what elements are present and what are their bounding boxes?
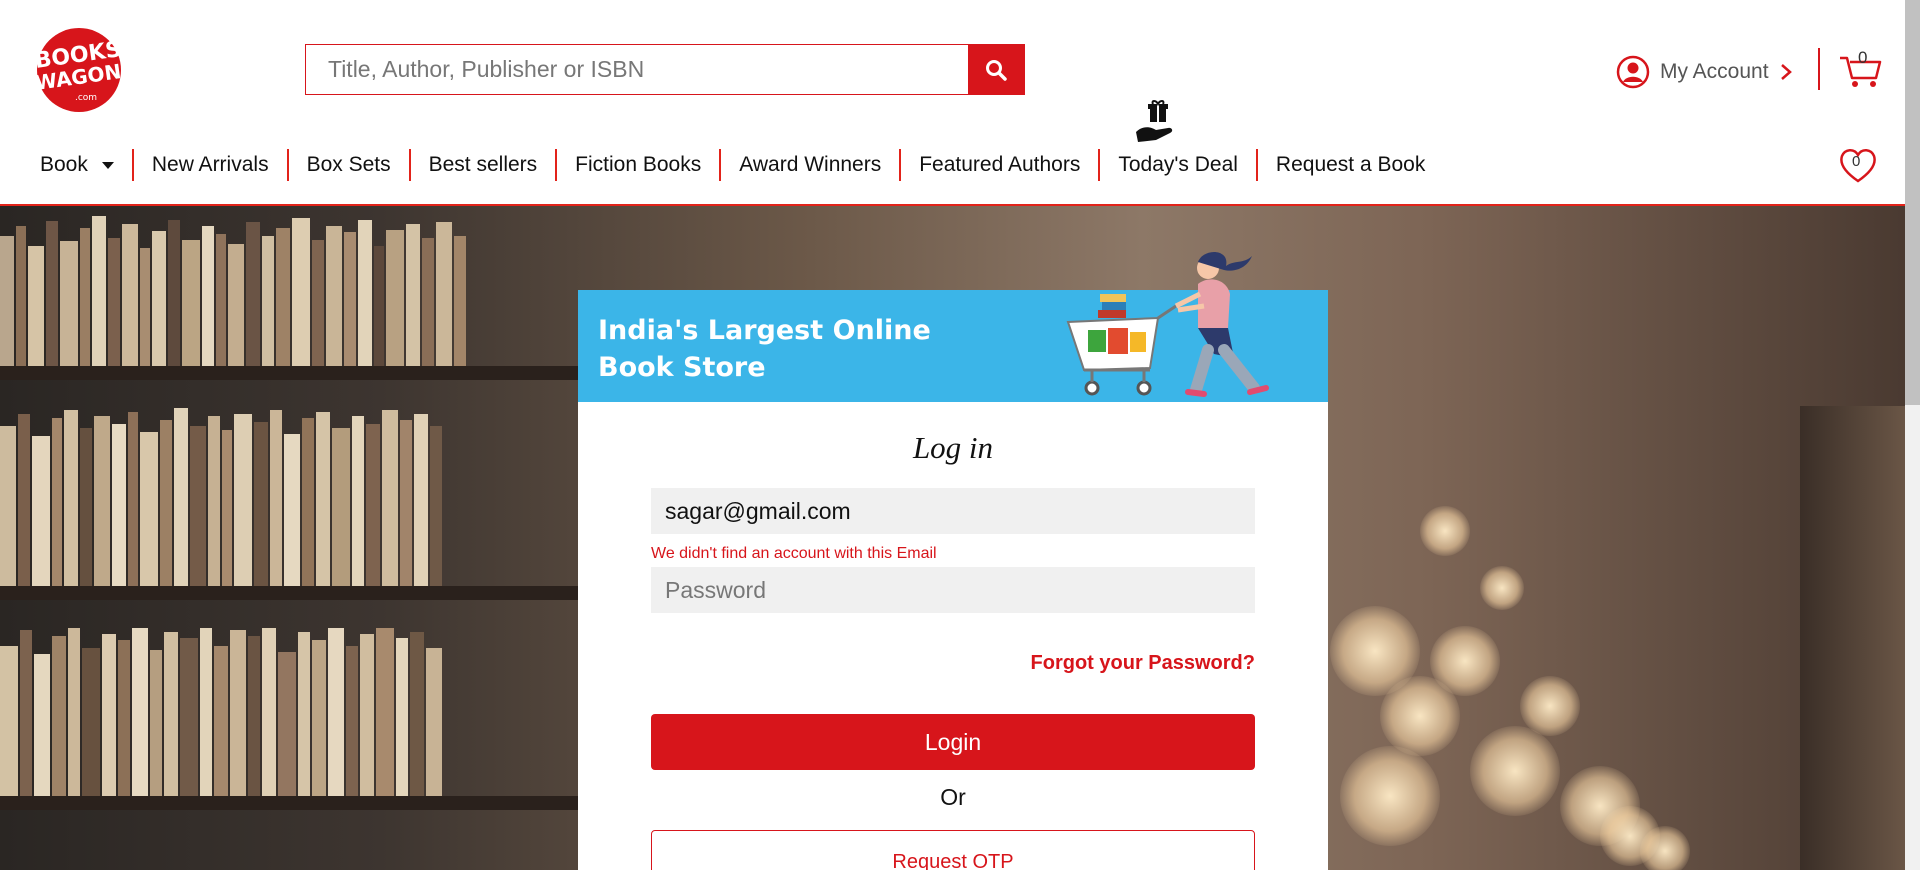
banner-line-2: Book Store [598,352,766,383]
user-circle-icon [1616,55,1650,89]
bokeh-light [1640,826,1690,870]
site-header: BOOKS WAGON .com My Account 0 [0,0,1905,206]
shelf [0,796,580,810]
bookswagon-logo[interactable]: BOOKS WAGON .com [24,26,134,114]
bokeh-light [1520,676,1580,736]
main-nav: Book New Arrivals Box Sets Best sellers … [22,148,1443,182]
email-field[interactable] [651,488,1255,534]
search-box [305,44,1025,95]
wishlist-button[interactable]: 0 [1838,146,1878,184]
search-button[interactable] [968,45,1024,94]
banner-line-1: India's Largest Online [598,315,931,346]
email-error-message: We didn't find an account with this Emai… [651,545,937,562]
login-heading: Log in [912,430,994,465]
login-card: India's Largest Online Book Store Log in… [578,251,1328,870]
or-separator: Or [940,784,966,810]
store-banner: India's Largest Online Book Store [578,251,1328,402]
book-row [0,216,580,366]
bokeh-light [1340,746,1440,846]
banner-title: India's Largest Online Book Store [598,312,978,386]
my-account-link[interactable]: My Account [1616,52,1793,92]
nav-item-box-sets[interactable]: Box Sets [286,149,409,181]
my-account-label: My Account [1660,60,1769,83]
caret-down-icon [101,161,114,169]
bokeh-light [1420,506,1470,556]
nav-item-label: Book [40,153,88,176]
password-field[interactable] [651,567,1255,613]
bokeh-light [1430,626,1500,696]
nav-item-request-a-book[interactable]: Request a Book [1255,149,1443,181]
nav-item-best-sellers[interactable]: Best sellers [408,149,556,181]
search-input[interactable] [306,45,968,94]
book-row [0,626,580,796]
bokeh-light [1480,566,1524,610]
nav-item-book[interactable]: Book [22,149,132,181]
book-row [0,406,580,586]
nav-item-fiction-books[interactable]: Fiction Books [555,149,719,181]
request-otp-button[interactable]: Request OTP [651,830,1255,870]
login-button[interactable]: Login [651,714,1255,770]
gift-hand-icon [1136,100,1173,142]
nav-item-new-arrivals[interactable]: New Arrivals [131,149,287,181]
nav-item-award-winners[interactable]: Award Winners [719,149,899,181]
shopping-cart-girl-illustration [1066,251,1269,397]
page-scrollbar-thumb[interactable] [1905,0,1920,405]
chevron-right-icon [1780,64,1792,80]
nav-item-todays-deal[interactable]: Today's Deal [1098,149,1256,181]
header-divider [1818,48,1820,90]
nav-item-featured-authors[interactable]: Featured Authors [899,149,1098,181]
shelf [0,586,580,600]
shelf [0,366,580,380]
bokeh-light [1470,726,1560,816]
wishlist-count: 0 [1852,153,1861,170]
svg-text:.com: .com [75,93,97,103]
right-shelf [1800,406,1905,870]
search-icon [986,59,1007,81]
cart-button[interactable]: 0 [1838,48,1882,90]
forgot-password-link[interactable]: Forgot your Password? [578,652,1255,675]
cart-count: 0 [1858,48,1868,67]
